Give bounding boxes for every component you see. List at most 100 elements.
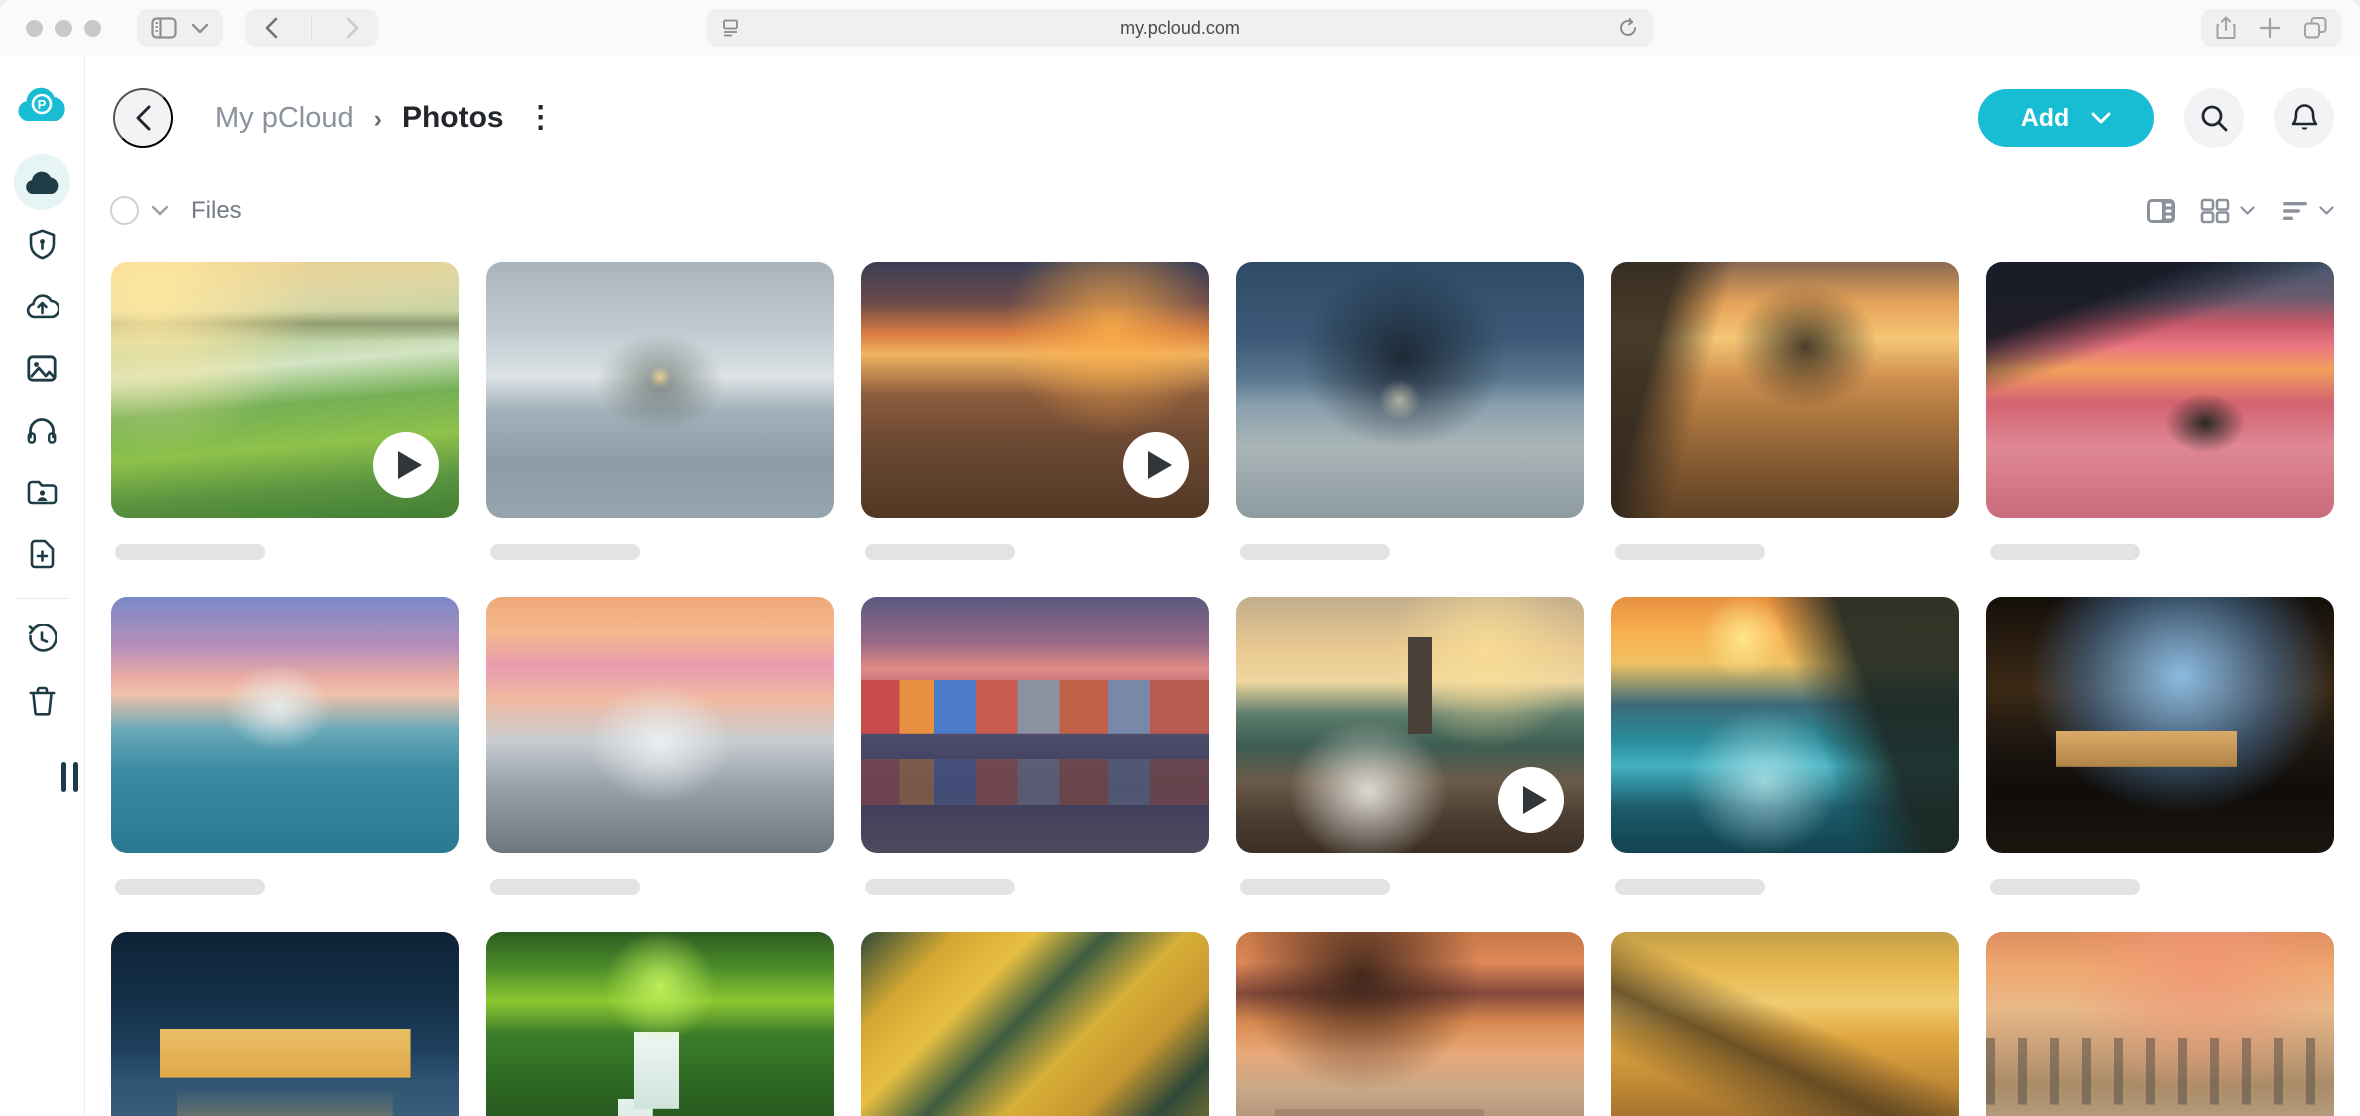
photo-tile[interactable] xyxy=(1986,262,2334,518)
chevron-down-icon xyxy=(2091,112,2111,124)
sort-icon[interactable] xyxy=(2281,200,2309,222)
video-tile[interactable] xyxy=(1236,597,1584,853)
play-button[interactable] xyxy=(1498,767,1564,833)
photo-tile[interactable] xyxy=(861,597,1209,853)
photo-cell xyxy=(1986,597,2334,895)
photos-icon xyxy=(27,355,57,382)
close-window-button[interactable] xyxy=(26,20,43,37)
filename-skeleton xyxy=(1240,544,1390,560)
play-button[interactable] xyxy=(373,432,439,498)
photo-cell xyxy=(486,597,834,895)
nav-divider xyxy=(311,15,312,41)
photo-cell xyxy=(1611,597,1959,895)
back-icon[interactable] xyxy=(245,9,297,47)
minimize-window-button[interactable] xyxy=(55,20,72,37)
photo-cell xyxy=(111,932,459,1116)
section-label: Files xyxy=(191,197,242,225)
chevron-left-icon xyxy=(136,105,151,131)
files-section-header: Files xyxy=(110,196,2334,225)
sidebar-item-rewind[interactable] xyxy=(14,611,70,667)
sidebar-toggle-icon[interactable] xyxy=(151,17,177,39)
filename-skeleton xyxy=(1615,879,1765,895)
sidebar-item-crypto[interactable] xyxy=(14,216,70,272)
trash-icon xyxy=(29,686,56,716)
sidebar-item-file-requests[interactable] xyxy=(14,526,70,582)
tab-overview-icon[interactable] xyxy=(2303,16,2328,40)
address-bar[interactable]: my.pcloud.com xyxy=(706,9,1654,47)
notifications-button[interactable] xyxy=(2274,88,2334,148)
photo-tile[interactable] xyxy=(1611,597,1959,853)
sidebar-collapse-handle[interactable] xyxy=(61,762,78,792)
photo-tile[interactable] xyxy=(486,932,834,1116)
photo-tile[interactable] xyxy=(1236,932,1584,1116)
photo-cell xyxy=(1236,262,1584,560)
sidebar-item-pcloud-logo[interactable]: P xyxy=(14,76,70,132)
url-text: my.pcloud.com xyxy=(706,18,1654,39)
photo-grid xyxy=(85,225,2360,1116)
bell-icon xyxy=(2291,103,2318,133)
kebab-vertical-icon[interactable]: ⋮ xyxy=(526,109,556,127)
photo-tile[interactable] xyxy=(1986,597,2334,853)
sidebar-item-backup[interactable] xyxy=(14,278,70,334)
photo-tile[interactable] xyxy=(1611,262,1959,518)
add-button-label: Add xyxy=(2021,104,2070,133)
photo-tile[interactable] xyxy=(1986,932,2334,1116)
chevron-down-icon[interactable] xyxy=(2240,206,2255,215)
pause-handle-icon xyxy=(73,762,78,792)
page-header: My pCloud › Photos ⋮ Add xyxy=(113,88,2334,148)
back-button[interactable] xyxy=(113,88,173,148)
photo-tile[interactable] xyxy=(486,597,834,853)
search-button[interactable] xyxy=(2184,88,2244,148)
shield-keyhole-icon xyxy=(29,229,56,260)
headphones-icon xyxy=(27,416,57,444)
grid-view-icon[interactable] xyxy=(2200,198,2230,224)
chevron-down-icon[interactable] xyxy=(2319,206,2334,215)
video-tile[interactable] xyxy=(111,262,459,518)
page-settings-icon[interactable] xyxy=(722,19,740,37)
zoom-window-button[interactable] xyxy=(84,20,101,37)
tab-group-chevron-icon[interactable] xyxy=(191,23,209,34)
photo-cell xyxy=(1986,932,2334,1116)
play-icon xyxy=(1523,786,1547,814)
nav-buttons xyxy=(245,9,378,47)
new-tab-icon[interactable] xyxy=(2259,17,2281,39)
toolbar-right-group xyxy=(2201,9,2342,47)
filename-skeleton xyxy=(1990,879,2140,895)
sidebar-item-shared[interactable] xyxy=(14,464,70,520)
reload-icon[interactable] xyxy=(1619,18,1638,38)
sidebar-item-trash[interactable] xyxy=(14,673,70,729)
play-icon xyxy=(398,451,422,479)
photo-tile[interactable] xyxy=(861,932,1209,1116)
forward-icon[interactable] xyxy=(326,9,378,47)
photo-tile[interactable] xyxy=(111,932,459,1116)
photo-cell xyxy=(486,262,834,560)
photo-tile[interactable] xyxy=(1611,932,1959,1116)
add-button[interactable]: Add xyxy=(1978,89,2154,147)
filename-skeleton xyxy=(115,879,265,895)
details-panel-icon[interactable] xyxy=(2146,198,2176,224)
photo-tile[interactable] xyxy=(1236,262,1584,518)
filename-skeleton xyxy=(1990,544,2140,560)
video-tile[interactable] xyxy=(861,262,1209,518)
sidebar-toggle-group xyxy=(137,9,223,47)
pause-handle-icon xyxy=(61,762,66,792)
sidebar-item-photos[interactable] xyxy=(14,340,70,396)
filename-skeleton xyxy=(490,879,640,895)
sidebar-item-audio[interactable] xyxy=(14,402,70,458)
browser-toolbar: my.pcloud.com xyxy=(0,0,2360,56)
photo-cell xyxy=(486,932,834,1116)
photo-cell xyxy=(1611,262,1959,560)
breadcrumb-parent[interactable]: My pCloud xyxy=(215,102,354,135)
chevron-down-icon[interactable] xyxy=(151,205,169,216)
sidebar-item-files[interactable] xyxy=(14,154,70,210)
play-button[interactable] xyxy=(1123,432,1189,498)
select-all-checkbox[interactable] xyxy=(110,196,139,225)
play-icon xyxy=(1148,451,1172,479)
share-icon[interactable] xyxy=(2215,16,2237,40)
svg-text:P: P xyxy=(38,97,47,112)
photo-tile[interactable] xyxy=(111,597,459,853)
search-icon xyxy=(2200,104,2228,132)
photo-tile[interactable] xyxy=(486,262,834,518)
rewind-clock-icon xyxy=(27,624,57,654)
traffic-lights xyxy=(26,20,101,37)
